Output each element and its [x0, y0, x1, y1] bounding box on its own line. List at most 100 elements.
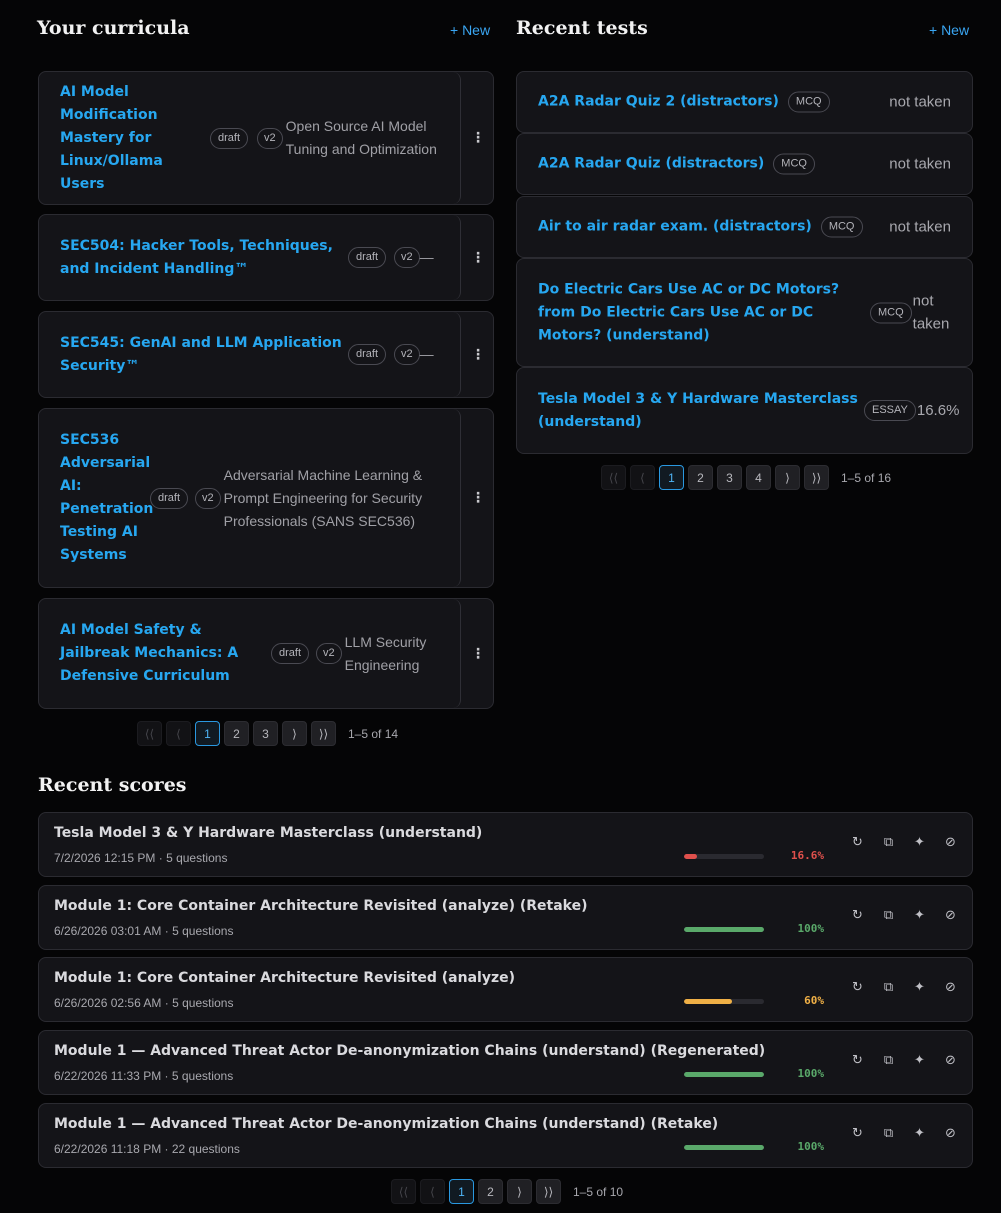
first-page-icon[interactable]: ⟨⟨ [601, 465, 626, 490]
last-page-icon[interactable]: ⟩⟩ [804, 465, 829, 490]
tests-heading: Recent tests [516, 17, 648, 39]
score-row[interactable]: Module 1: Core Container Architecture Re… [38, 957, 973, 1022]
retry-icon[interactable]: ↻ [850, 835, 865, 850]
score-row[interactable]: Module 1 — Advanced Threat Actor De-anon… [38, 1103, 973, 1168]
score-progress-bar [684, 1145, 764, 1150]
sparkle-icon[interactable]: ✦ [912, 835, 927, 850]
disable-icon[interactable]: ⊘ [943, 980, 958, 995]
test-type-badge: MCQ [773, 153, 815, 175]
pagination-info: 1–5 of 10 [573, 1184, 624, 1199]
score-title[interactable]: Module 1: Core Container Architecture Re… [54, 970, 515, 986]
test-card[interactable]: Air to air radar exam. (distractors) MCQ… [516, 196, 973, 258]
status-badge: draft [150, 487, 189, 509]
page-button[interactable]: 4 [746, 465, 771, 490]
next-page-icon[interactable]: ⟩ [282, 721, 307, 746]
more-options-icon[interactable]: ⋮ [471, 130, 485, 146]
test-status: 16.6% [916, 402, 960, 419]
curricula-heading: Your curricula [37, 17, 190, 39]
pagination-info: 1–5 of 16 [841, 470, 892, 485]
curriculum-title[interactable]: SEC545: GenAI and LLM Application Securi… [60, 332, 342, 378]
more-options-icon[interactable]: ⋮ [471, 490, 485, 506]
score-meta: 7/2/2026 12:15 PM · 5 questions [54, 851, 228, 865]
page-button[interactable]: 2 [688, 465, 713, 490]
copy-icon[interactable]: ⧉ [881, 1126, 896, 1141]
test-title[interactable]: A2A Radar Quiz 2 (distractors) [538, 91, 779, 114]
test-card[interactable]: A2A Radar Quiz (distractors) MCQ not tak… [516, 133, 973, 195]
page-button[interactable]: 1 [659, 465, 684, 490]
test-card[interactable]: Do Electric Cars Use AC or DC Motors? fr… [516, 258, 973, 367]
sparkle-icon[interactable]: ✦ [912, 1126, 927, 1141]
last-page-icon[interactable]: ⟩⟩ [311, 721, 336, 746]
retry-icon[interactable]: ↻ [850, 980, 865, 995]
copy-icon[interactable]: ⧉ [881, 980, 896, 995]
score-progress-fill [684, 854, 698, 859]
sparkle-icon[interactable]: ✦ [912, 980, 927, 995]
new-test-link[interactable]: + New [929, 22, 969, 38]
prev-page-icon[interactable]: ⟨ [166, 721, 191, 746]
page-button[interactable]: 1 [195, 721, 220, 746]
sparkle-icon[interactable]: ✦ [912, 1053, 927, 1068]
curriculum-card-body[interactable]: AI Model Safety & Jailbreak Mechanics: A… [39, 599, 461, 708]
curriculum-card-body[interactable]: SEC545: GenAI and LLM Application Securi… [39, 312, 461, 397]
score-title[interactable]: Module 1 — Advanced Threat Actor De-anon… [54, 1043, 765, 1059]
copy-icon[interactable]: ⧉ [881, 835, 896, 850]
test-title[interactable]: Do Electric Cars Use AC or DC Motors? fr… [538, 278, 863, 347]
test-type-badge: MCQ [820, 216, 863, 238]
score-row[interactable]: Module 1 — Advanced Threat Actor De-anon… [38, 1030, 973, 1095]
sparkle-icon[interactable]: ✦ [912, 908, 927, 923]
score-title[interactable]: Module 1 — Advanced Threat Actor De-anon… [54, 1116, 718, 1132]
test-card[interactable]: Tesla Model 3 & Y Hardware Masterclass (… [516, 367, 973, 454]
curriculum-card-body[interactable]: SEC536 Adversarial AI: Penetration Testi… [39, 409, 461, 587]
curriculum-description: — [419, 249, 434, 265]
score-meta: 6/22/2026 11:18 PM · 22 questions [54, 1142, 240, 1156]
more-options-icon[interactable]: ⋮ [471, 250, 485, 266]
test-title[interactable]: Air to air radar exam. (distractors) [538, 216, 812, 239]
page-button[interactable]: 2 [478, 1179, 503, 1204]
prev-page-icon[interactable]: ⟨ [420, 1179, 445, 1204]
test-title[interactable]: A2A Radar Quiz (distractors) [538, 153, 764, 176]
score-title[interactable]: Module 1: Core Container Architecture Re… [54, 898, 588, 914]
page-button[interactable]: 3 [253, 721, 278, 746]
test-status: not taken [889, 155, 951, 173]
page-button[interactable]: 3 [717, 465, 742, 490]
test-title[interactable]: Tesla Model 3 & Y Hardware Masterclass (… [538, 388, 858, 434]
next-page-icon[interactable]: ⟩ [507, 1179, 532, 1204]
more-options-icon[interactable]: ⋮ [471, 646, 485, 662]
status-badge: draft [271, 643, 310, 664]
first-page-icon[interactable]: ⟨⟨ [391, 1179, 416, 1204]
retry-icon[interactable]: ↻ [850, 908, 865, 923]
page-button[interactable]: 2 [224, 721, 249, 746]
status-badge: draft [348, 344, 387, 365]
copy-icon[interactable]: ⧉ [881, 1053, 896, 1068]
last-page-icon[interactable]: ⟩⟩ [536, 1179, 561, 1204]
more-options-icon[interactable]: ⋮ [471, 347, 485, 363]
curriculum-card-body[interactable]: AI Model Modification Mastery for Linux/… [39, 72, 461, 204]
test-type-badge: ESSAY [864, 400, 916, 421]
retry-icon[interactable]: ↻ [850, 1126, 865, 1141]
new-curriculum-link[interactable]: + New [450, 22, 490, 38]
curriculum-description: LLM Security Engineering [344, 633, 427, 673]
curriculum-card: SEC504: Hacker Tools, Techniques, and In… [38, 214, 494, 301]
test-card[interactable]: A2A Radar Quiz 2 (distractors) MCQ not t… [516, 71, 973, 133]
score-row[interactable]: Module 1: Core Container Architecture Re… [38, 885, 973, 950]
curriculum-title[interactable]: AI Model Modification Mastery for Linux/… [60, 81, 207, 196]
disable-icon[interactable]: ⊘ [943, 1053, 958, 1068]
curriculum-title[interactable]: SEC536 Adversarial AI: Penetration Testi… [60, 429, 153, 567]
copy-icon[interactable]: ⧉ [881, 908, 896, 923]
first-page-icon[interactable]: ⟨⟨ [137, 721, 162, 746]
score-title[interactable]: Tesla Model 3 & Y Hardware Masterclass (… [54, 825, 482, 841]
retry-icon[interactable]: ↻ [850, 1053, 865, 1068]
curriculum-description: Open Source AI Model Tuning and Optimiza… [285, 118, 437, 157]
curriculum-title[interactable]: SEC504: Hacker Tools, Techniques, and In… [60, 235, 342, 281]
next-page-icon[interactable]: ⟩ [775, 465, 800, 490]
disable-icon[interactable]: ⊘ [943, 1126, 958, 1141]
score-row[interactable]: Tesla Model 3 & Y Hardware Masterclass (… [38, 812, 973, 877]
prev-page-icon[interactable]: ⟨ [630, 465, 655, 490]
curriculum-card-body[interactable]: SEC504: Hacker Tools, Techniques, and In… [39, 215, 461, 300]
test-type-badge: MCQ [787, 91, 830, 113]
version-badge: v2 [257, 127, 283, 149]
curriculum-title[interactable]: AI Model Safety & Jailbreak Mechanics: A… [60, 619, 267, 688]
page-button[interactable]: 1 [449, 1179, 474, 1204]
disable-icon[interactable]: ⊘ [943, 835, 958, 850]
disable-icon[interactable]: ⊘ [943, 908, 958, 923]
